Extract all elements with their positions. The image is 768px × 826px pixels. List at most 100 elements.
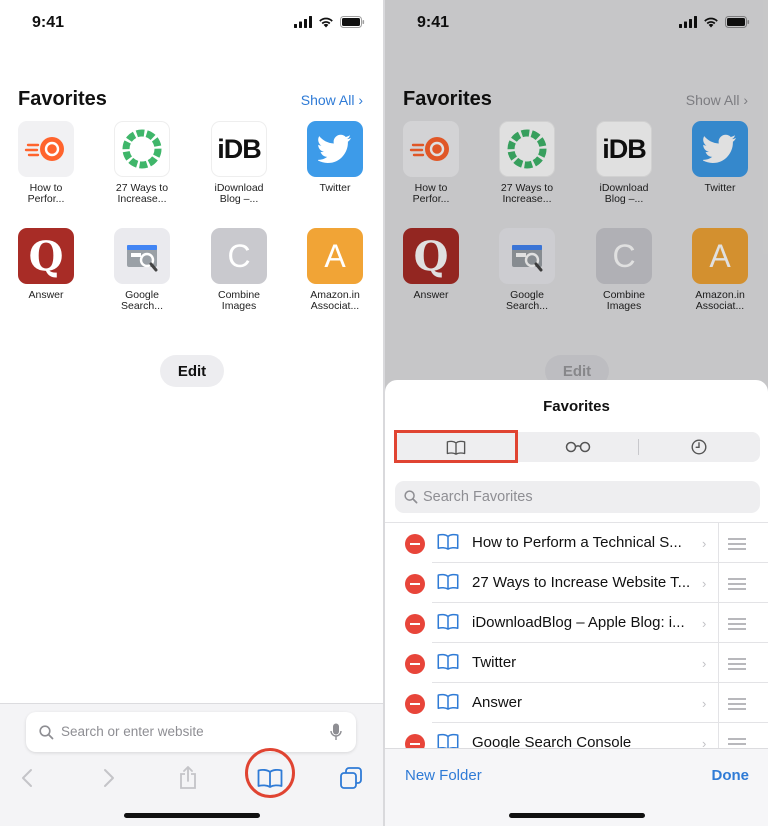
forward-button[interactable]	[98, 764, 120, 792]
status-bar: 9:41	[0, 0, 383, 44]
list-item[interactable]: Google Search Console ›	[385, 723, 768, 748]
list-item-title: Twitter	[472, 654, 517, 671]
address-bar-placeholder: Search or enter website	[61, 724, 204, 739]
delete-icon[interactable]	[405, 654, 425, 674]
twitter-bird-icon	[307, 121, 363, 177]
chevron-right-icon: ›	[358, 92, 363, 108]
left-screen: 9:41 Favorites Show All › How to Perfor..…	[0, 0, 383, 826]
status-time: 9:41	[32, 14, 65, 31]
row-separator	[718, 523, 719, 563]
share-icon	[180, 766, 196, 789]
reorder-handle-icon[interactable]	[728, 538, 746, 553]
bottom-toolbar: Search or enter website	[0, 703, 383, 826]
favorite-tile-27-ways[interactable]: 27 Ways to Increase...	[107, 121, 177, 205]
tile-label-line2: Images	[221, 300, 257, 312]
sheet-title: Favorites	[543, 398, 610, 415]
show-all-label: Show All	[300, 92, 355, 108]
delete-icon[interactable]	[405, 694, 425, 714]
share-button[interactable]	[176, 764, 200, 792]
tile-label-line2: Perfor...	[27, 193, 65, 205]
favorite-tile-idownload[interactable]: iDB iDownload Blog –...	[204, 121, 274, 205]
list-item[interactable]: iDownloadBlog – Apple Blog: i... ›	[385, 603, 768, 643]
search-favorites-input[interactable]: Search Favorites	[395, 481, 760, 513]
tile-label-line1: Twitter	[319, 182, 351, 194]
home-indicator	[508, 813, 645, 818]
bookmarks-list: How to Perform a Technical S... › 27 Way…	[385, 522, 768, 748]
row-separator	[718, 683, 719, 723]
favorite-tile-amazon[interactable]: A Amazon.in Associat...	[300, 228, 370, 312]
chevron-right-icon: ›	[702, 736, 707, 748]
show-all-button[interactable]: Show All ›	[301, 92, 363, 108]
chevron-left-icon	[22, 769, 32, 787]
right-screen: 9:41 Favorites Show All › How to Perfor..…	[385, 0, 768, 826]
search-icon	[404, 490, 418, 504]
book-icon	[437, 533, 459, 550]
tab-reading-list[interactable]	[517, 432, 638, 462]
list-item[interactable]: How to Perform a Technical S... ›	[385, 523, 768, 563]
tabs-icon	[340, 767, 362, 789]
delete-icon[interactable]	[405, 734, 425, 748]
letter-c-icon: C	[211, 228, 267, 284]
ring-icon	[114, 121, 170, 177]
reorder-handle-icon[interactable]	[728, 578, 746, 593]
done-button[interactable]: Done	[712, 767, 750, 784]
row-separator	[718, 603, 719, 643]
reorder-handle-icon[interactable]	[728, 738, 746, 748]
tab-history[interactable]	[638, 432, 760, 462]
microphone-icon[interactable]	[330, 723, 342, 741]
delete-icon[interactable]	[405, 614, 425, 634]
back-button[interactable]	[16, 764, 38, 792]
tabs-button[interactable]	[338, 764, 364, 792]
list-item-title: How to Perform a Technical S...	[472, 534, 682, 551]
tile-label-line1: Answer	[28, 289, 64, 301]
delete-icon[interactable]	[405, 534, 425, 554]
letter-a-icon: A	[307, 228, 363, 284]
clock-icon	[691, 439, 707, 455]
home-indicator	[123, 813, 260, 818]
tile-label-line2: Increase...	[117, 193, 167, 205]
search-console-icon	[114, 228, 170, 284]
bookmarks-sheet: Favorites Search Favorites How to Perfor…	[385, 380, 768, 826]
book-icon	[437, 613, 459, 630]
highlight-circle	[245, 748, 295, 798]
tile-label-line2: Search...	[120, 300, 164, 312]
chevron-right-icon: ›	[702, 536, 707, 551]
row-separator	[718, 643, 719, 683]
reorder-handle-icon[interactable]	[728, 698, 746, 713]
battery-icon	[340, 16, 365, 28]
tile-label-line2: Associat...	[310, 300, 360, 312]
list-item[interactable]: Twitter ›	[385, 643, 768, 683]
list-item[interactable]: Answer ›	[385, 683, 768, 723]
reorder-handle-icon[interactable]	[728, 618, 746, 633]
wifi-icon	[319, 17, 333, 28]
idb-icon: iDB	[211, 121, 267, 177]
row-separator	[718, 723, 719, 748]
search-icon	[39, 725, 54, 740]
favorites-header: Favorites Show All ›	[18, 88, 365, 114]
favorite-tile-answer[interactable]: Q Answer	[11, 228, 81, 301]
edit-button[interactable]: Edit	[160, 355, 224, 387]
favorite-tile-google-search[interactable]: Google Search...	[107, 228, 177, 312]
cellular-icon	[294, 16, 312, 28]
highlight-box	[394, 430, 518, 463]
address-bar[interactable]: Search or enter website	[26, 712, 356, 752]
favorites-title: Favorites	[18, 88, 107, 110]
delete-icon[interactable]	[405, 574, 425, 594]
search-favorites-placeholder: Search Favorites	[423, 489, 533, 505]
status-icons	[294, 16, 365, 28]
list-item-title: 27 Ways to Increase Website T...	[472, 574, 691, 591]
chevron-right-icon	[104, 769, 114, 787]
list-item[interactable]: 27 Ways to Increase Website T... ›	[385, 563, 768, 603]
favorite-tile-how-to[interactable]: How to Perfor...	[11, 121, 81, 205]
book-icon	[437, 733, 459, 748]
favorite-tile-combine[interactable]: C Combine Images	[204, 228, 274, 312]
book-icon	[437, 573, 459, 590]
reorder-handle-icon[interactable]	[728, 658, 746, 673]
book-icon	[437, 653, 459, 670]
row-separator	[718, 563, 719, 603]
new-folder-button[interactable]: New Folder	[405, 767, 482, 784]
chevron-right-icon: ›	[702, 696, 707, 711]
book-icon	[437, 693, 459, 710]
chevron-right-icon: ›	[702, 576, 707, 591]
favorite-tile-twitter[interactable]: Twitter	[300, 121, 370, 194]
